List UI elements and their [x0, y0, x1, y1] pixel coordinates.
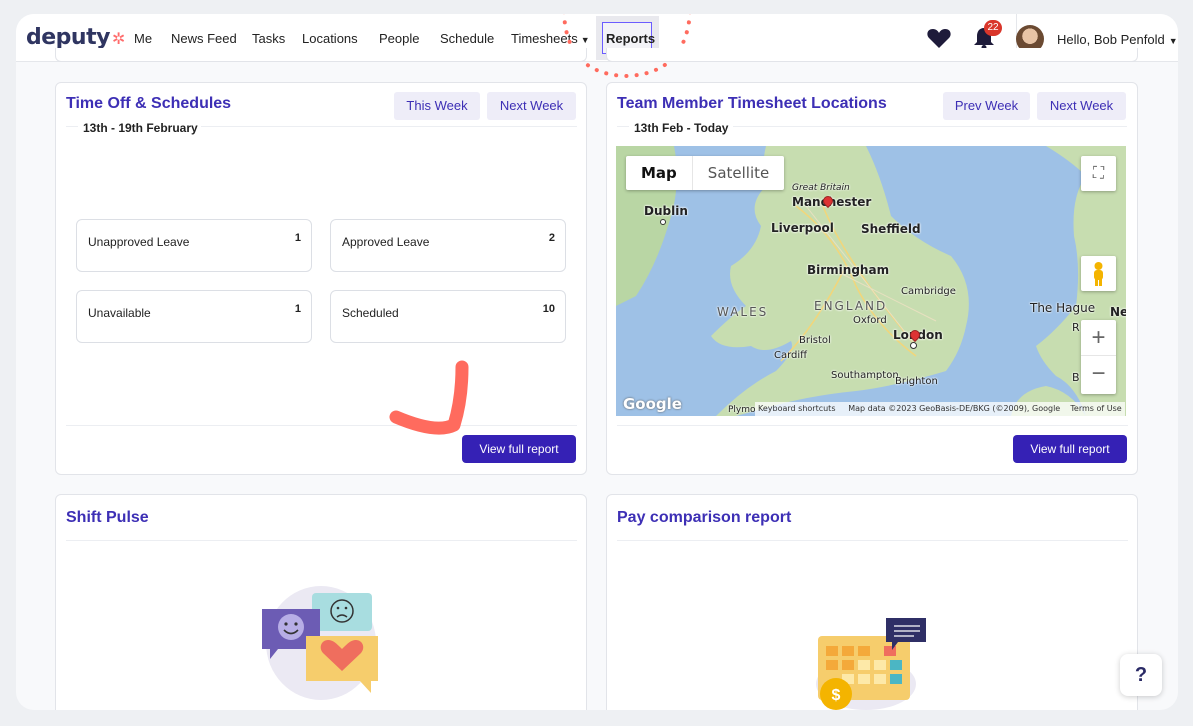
approved-leave-card[interactable]: Approved Leave 2 [330, 219, 566, 272]
map-label-southampton: Southampton [831, 370, 899, 381]
nav-item-tasks[interactable]: Tasks [252, 31, 285, 46]
map-label-brighton: Brighton [895, 376, 938, 387]
map-label-liverpool: Liverpool [771, 221, 834, 235]
chevron-down-icon: ▼ [1168, 36, 1178, 46]
map-data-text: Map data ©2023 GeoBasis-DE/BKG (©2009), … [848, 404, 1061, 413]
map-label-r: R [1072, 321, 1080, 334]
street-view-pegman-icon[interactable] [1081, 256, 1116, 291]
map-city-dot [660, 219, 666, 225]
greeting-text: Hello, Bob Penfold [1057, 32, 1165, 47]
map-label-cambridge: Cambridge [901, 286, 956, 297]
panel-title-divider [66, 540, 577, 541]
card-count: 10 [542, 303, 555, 315]
subtitle-rule-left [66, 126, 78, 127]
subtitle-rule-left [617, 126, 629, 127]
panel-footer-divider [617, 425, 1128, 426]
card-label: Scheduled [342, 306, 399, 320]
map-label-dublin: Dublin [644, 204, 688, 218]
map-label-b: B [1072, 371, 1080, 384]
keyboard-shortcuts-link[interactable]: Keyboard shortcuts [758, 404, 835, 413]
timesheet-map[interactable]: Map Satellite ⛶ + − Great Britain Manche… [616, 146, 1126, 416]
card-count: 1 [294, 232, 301, 244]
map-label-great-britain: Great Britain [792, 183, 850, 193]
scheduled-card[interactable]: Scheduled 10 [330, 290, 566, 343]
nav-item-locations[interactable]: Locations [302, 31, 358, 46]
shift-pulse-illustration [262, 586, 378, 700]
next-week-button[interactable]: Next Week [487, 92, 576, 120]
panel-above-right [606, 48, 1138, 62]
timesheet-locations-title: Team Member Timesheet Locations [617, 95, 887, 112]
map-attribution: Keyboard shortcuts Map data ©2023 GeoBas… [755, 402, 1125, 416]
fullscreen-icon[interactable]: ⛶ [1081, 156, 1116, 191]
map-city-dot [910, 342, 917, 349]
map-label-ne: Ne [1110, 305, 1126, 319]
svg-text:$: $ [832, 687, 841, 704]
notification-badge: 22 [984, 20, 1002, 36]
card-count: 1 [294, 303, 301, 315]
annotation-checkmark [389, 360, 469, 435]
logo-text: deputy [26, 25, 110, 50]
unapproved-leave-card[interactable]: Unapproved Leave 1 [76, 219, 312, 272]
map-label-wales: WALES [717, 305, 769, 319]
map-tab-satellite[interactable]: Satellite [691, 156, 784, 190]
nav-item-news-feed[interactable]: News Feed [171, 31, 237, 46]
zoom-controls: + − [1081, 320, 1116, 394]
nav-item-me[interactable]: Me [134, 31, 152, 46]
nav-item-timesheets-label: Timesheets [511, 31, 578, 46]
chevron-down-icon: ▼ [580, 35, 590, 45]
zoom-out-button[interactable]: − [1081, 356, 1116, 392]
card-label: Unapproved Leave [88, 235, 190, 249]
prev-week-button[interactable]: Prev Week [943, 92, 1030, 120]
map-type-tabs: Map Satellite [626, 156, 785, 190]
card-label: Approved Leave [342, 235, 430, 249]
next-week-button[interactable]: Next Week [1037, 92, 1126, 120]
app-frame: deputy ✲ Me News Feed Tasks Locations Peo… [16, 14, 1178, 710]
map-label-birmingham: Birmingham [807, 263, 890, 277]
terms-of-use-link[interactable]: Terms of Use [1070, 404, 1121, 413]
map-label-cardiff: Cardiff [774, 350, 808, 361]
panel-title-divider [617, 540, 1128, 541]
map-label-bristol: Bristol [799, 335, 831, 346]
this-week-button[interactable]: This Week [394, 92, 480, 120]
time-off-date-range: 13th - 19th February [83, 121, 198, 135]
map-label-plymouth: Plymo [728, 405, 756, 415]
map-label-the-hague: The Hague [1030, 301, 1096, 315]
nav-item-reports[interactable]: Reports [606, 31, 655, 46]
time-off-title: Time Off & Schedules [66, 95, 232, 112]
time-off-panel [55, 82, 587, 475]
pay-comparison-title: Pay comparison report [617, 509, 792, 526]
map-label-oxford: Oxford [853, 315, 887, 326]
unavailable-card[interactable]: Unavailable 1 [76, 290, 312, 343]
map-label-sheffield: Sheffield [861, 222, 921, 236]
map-tab-map[interactable]: Map [626, 156, 692, 190]
card-label: Unavailable [88, 306, 151, 320]
time-off-view-full-report-button[interactable]: View full report [462, 435, 576, 463]
nav-item-people[interactable]: People [379, 31, 419, 46]
timesheet-view-full-report-button[interactable]: View full report [1013, 435, 1127, 463]
zoom-in-button[interactable]: + [1081, 320, 1116, 356]
subtitle-rule-right [201, 126, 577, 127]
timesheet-date-range: 13th Feb - Today [634, 121, 729, 135]
nav-item-timesheets[interactable]: Timesheets ▼ [511, 31, 590, 46]
logo-star-icon: ✲ [111, 29, 125, 48]
user-menu[interactable]: Hello, Bob Penfold ▼ [1057, 32, 1178, 47]
map-label-england: ENGLAND [814, 299, 888, 313]
panel-above-left [55, 48, 587, 62]
subtitle-rule-right [733, 126, 1127, 127]
pay-comparison-illustration: $ [816, 618, 926, 710]
shift-pulse-title: Shift Pulse [66, 509, 149, 526]
google-logo: Google [623, 395, 682, 413]
help-button[interactable]: ? [1120, 654, 1162, 696]
heart-icon[interactable] [927, 27, 951, 49]
panel-footer-divider [66, 425, 577, 426]
nav-item-schedule[interactable]: Schedule [440, 31, 494, 46]
deputy-logo[interactable]: deputy ✲ [26, 25, 125, 50]
card-count: 2 [548, 232, 555, 244]
